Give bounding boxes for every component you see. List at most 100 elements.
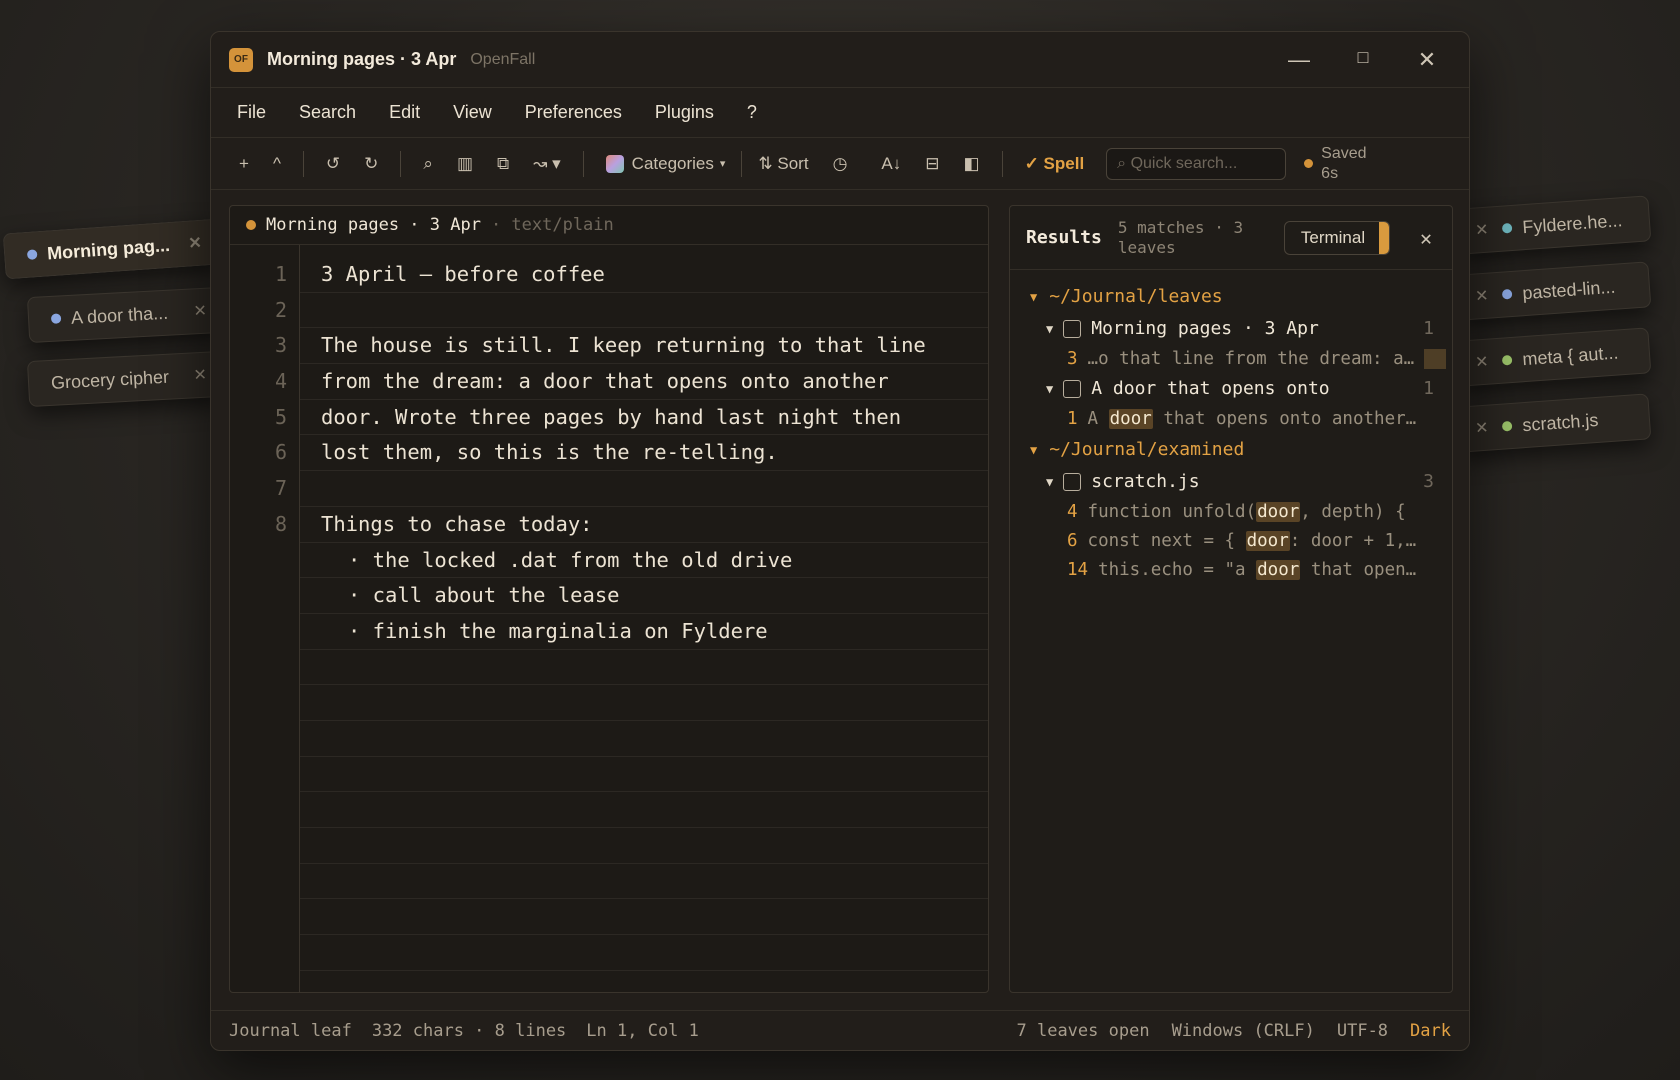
app-window: OF Morning pages · 3 Apr OpenFall — □ ✕ …	[210, 31, 1470, 1051]
menu-help[interactable]: ?	[747, 102, 757, 123]
editor-empty-line[interactable]	[300, 971, 988, 992]
editor-bullet-line[interactable]: · call about the lease	[300, 578, 988, 614]
new-leaf-icon[interactable]: +	[227, 148, 261, 180]
floating-tab-pasted-lines[interactable]: ✕ pasted-lin...	[1456, 261, 1652, 321]
close-icon[interactable]: ✕	[193, 301, 207, 322]
result-match[interactable]: 4 function unfold( door , depth) {	[1010, 497, 1452, 526]
match-line-number: 1	[1067, 408, 1078, 429]
floating-tab-fyldere[interactable]: ✕ Fyldere.he...	[1456, 195, 1652, 255]
floating-tab-a-door[interactable]: A door tha... ✕	[26, 286, 224, 344]
editor-line[interactable]: from the dream: a door that opens onto a…	[300, 364, 988, 400]
panel-toggle-icon[interactable]: ◧	[952, 148, 992, 180]
close-results-icon[interactable]: ✕	[1420, 226, 1432, 250]
result-file[interactable]: ▼ scratch.js 3	[1010, 466, 1452, 497]
editor-line[interactable]: The house is still. I keep returning to …	[300, 328, 988, 365]
editor-empty-line[interactable]	[300, 721, 988, 757]
result-checkbox[interactable]	[1063, 379, 1082, 398]
categories-button[interactable]: Categories ▾	[594, 148, 738, 180]
menu-plugins[interactable]: Plugins	[655, 102, 714, 123]
spell-check-toggle[interactable]: ✓ Spell	[1013, 148, 1097, 180]
undo-icon[interactable]: ↺	[314, 148, 352, 180]
match-highlight: door	[1256, 501, 1301, 522]
columns-icon[interactable]: ▥	[445, 148, 485, 180]
floating-tab-morning-pages[interactable]: Morning pag... ✕	[2, 218, 222, 280]
expand-triangle-icon[interactable]: ▼	[1046, 322, 1053, 336]
editor-bullet-line[interactable]: · the locked .dat from the old drive	[300, 543, 988, 579]
result-checkbox[interactable]	[1063, 472, 1082, 491]
editor-line[interactable]: lost them, so this is the re-telling.	[300, 435, 988, 472]
close-icon[interactable]: ✕	[1474, 418, 1490, 439]
duplicate-icon[interactable]: ⧉	[485, 148, 521, 180]
menu-view[interactable]: View	[453, 102, 492, 123]
sort-az-icon[interactable]: A↓	[869, 148, 913, 180]
menu-file[interactable]: File	[237, 102, 266, 123]
menu-preferences[interactable]: Preferences	[525, 102, 622, 123]
status-cursor[interactable]: Ln 1, Col 1	[586, 1021, 699, 1041]
redo-icon[interactable]: ↻	[352, 148, 390, 180]
sort-button[interactable]: ⇅ Sort	[746, 148, 820, 180]
editor-line[interactable]	[300, 293, 988, 329]
split-view-icon[interactable]: ⊟	[913, 148, 951, 180]
menu-search[interactable]: Search	[299, 102, 356, 123]
result-group[interactable]: ▼ ~/Journal/examined	[1010, 433, 1452, 466]
editor-empty-line[interactable]	[300, 864, 988, 900]
editor-line[interactable]	[300, 471, 988, 507]
editor-empty-line[interactable]	[300, 650, 988, 686]
wrap-dropdown-icon[interactable]: ↝ ▾	[521, 148, 573, 180]
close-icon[interactable]: ✕	[193, 365, 207, 386]
floating-tab-grocery-cipher[interactable]: Grocery cipher ✕	[26, 350, 224, 408]
toolbar-divider	[302, 150, 304, 177]
window-controls: — □ ✕	[1287, 47, 1439, 73]
expand-triangle-icon[interactable]: ▼	[1046, 475, 1053, 489]
categories-label: Categories	[631, 153, 714, 173]
results-summary: 5 matches · 3 leaves	[1117, 217, 1244, 257]
floating-tab-scratch-js[interactable]: ✕ scratch.js	[1456, 393, 1652, 453]
editor-line[interactable]: door. Wrote three pages by hand last nig…	[300, 400, 988, 436]
line-number: 2	[274, 297, 287, 322]
editor-bullet-line[interactable]: · finish the marginalia on Fyldere	[300, 614, 988, 650]
history-icon[interactable]: ◷	[821, 148, 860, 180]
status-encoding[interactable]: UTF-8	[1337, 1021, 1388, 1041]
editor-empty-line[interactable]	[300, 757, 988, 793]
editor-empty-line[interactable]	[300, 899, 988, 936]
close-icon[interactable]: ✕	[1474, 286, 1490, 307]
status-line-endings[interactable]: Windows (CRLF)	[1172, 1021, 1315, 1041]
floating-tab-meta[interactable]: ✕ meta { aut...	[1456, 327, 1652, 387]
find-icon[interactable]: ⌕	[411, 148, 445, 180]
result-file[interactable]: ▼ A door that opens onto 1	[1010, 373, 1452, 404]
status-theme[interactable]: Dark	[1410, 1021, 1451, 1041]
window-title: Morning pages · 3 Apr	[267, 49, 457, 69]
editor-text[interactable]: 3 April — before coffee The house is sti…	[300, 245, 988, 992]
editor-empty-line[interactable]	[300, 792, 988, 828]
menu-edit[interactable]: Edit	[389, 102, 420, 123]
quick-search-input[interactable]: ⌕ Quick search...	[1106, 147, 1287, 180]
minimize-icon[interactable]: —	[1287, 47, 1311, 73]
maximize-icon[interactable]: □	[1351, 47, 1375, 73]
result-match[interactable]: 6 const next = { door : door + 1,…	[1010, 526, 1452, 555]
editor-body[interactable]: 1 2 3 4 5 6 7 8 3 April — before coffee …	[230, 245, 988, 992]
close-icon[interactable]: ✕	[1474, 352, 1490, 373]
close-icon[interactable]: ✕	[1474, 220, 1490, 241]
result-checkbox[interactable]	[1063, 319, 1082, 338]
close-icon[interactable]: ✕	[188, 233, 203, 254]
terminal-button[interactable]: Terminal	[1283, 220, 1391, 255]
expand-triangle-icon[interactable]: ▼	[1046, 382, 1053, 396]
editor-line[interactable]: 3 April — before coffee	[300, 257, 988, 293]
expand-triangle-icon[interactable]: ▼	[1030, 290, 1037, 304]
toolbar-divider	[741, 150, 743, 177]
result-group[interactable]: ▼ ~/Journal/leaves	[1010, 280, 1452, 313]
toolbar-divider	[400, 150, 402, 177]
editor-line[interactable]: Things to chase today:	[300, 507, 988, 543]
expand-triangle-icon[interactable]: ▼	[1030, 443, 1037, 457]
close-window-icon[interactable]: ✕	[1415, 47, 1439, 73]
result-match[interactable]: 1 A door that opens onto another…	[1010, 404, 1452, 433]
editor-empty-line[interactable]	[300, 935, 988, 971]
result-match[interactable]: 3 …o that line from the dream: a…	[1010, 344, 1452, 373]
match-marker	[1424, 348, 1446, 369]
editor-empty-line[interactable]	[300, 685, 988, 721]
editor-empty-line[interactable]	[300, 828, 988, 864]
collapse-icon[interactable]: ^	[261, 148, 293, 180]
result-match[interactable]: 14 this.echo = "a door that open…	[1010, 555, 1452, 584]
result-file[interactable]: ▼ Morning pages · 3 Apr 1	[1010, 313, 1452, 344]
floating-tab-label: Fyldere.he...	[1521, 209, 1623, 237]
